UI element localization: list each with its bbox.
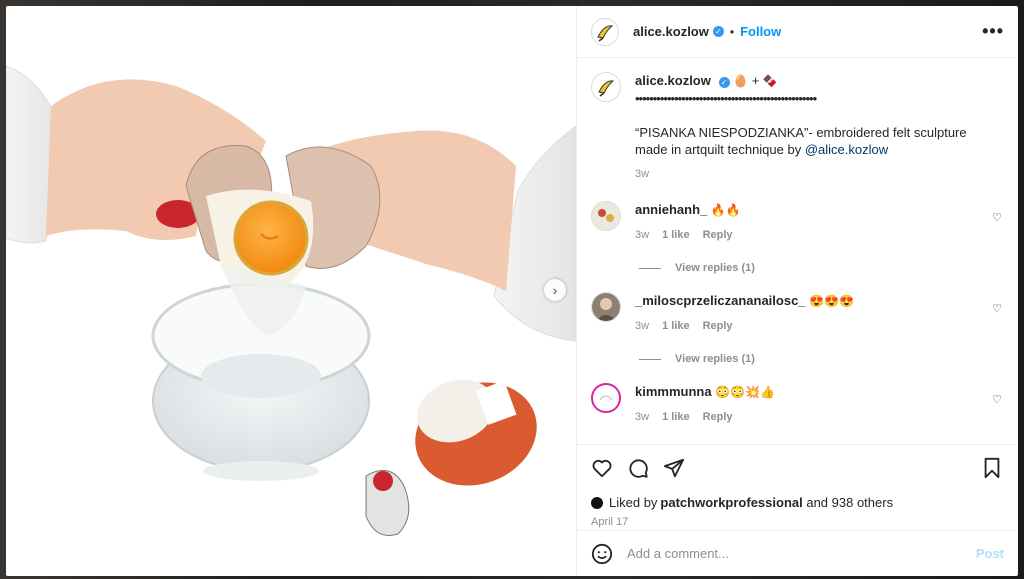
caption-text: “PISANKA NIESPODZIANKA”- embroidered fel… [635,125,967,157]
caption-username[interactable]: alice.kozlow [635,73,711,88]
comment-body: kimmmunna 😳😳💥👍 3w 1 like Reply [635,383,1002,426]
commenter-avatar[interactable] [591,201,621,231]
comment-username[interactable]: _miloscprzeliczananailosc_ [635,293,806,308]
author-avatar[interactable] [591,17,619,46]
comment-icon[interactable] [627,457,649,479]
comment-text: 😍😍😍 [809,294,854,308]
avatar-image-icon [592,293,620,321]
post-modal: › alice.kozlow ✓ • Follow ••• alice.kozl… [6,6,1018,576]
comment-likes[interactable]: 1 like [662,318,690,335]
banana-logo-icon [598,80,615,97]
post-panel: alice.kozlow ✓ • Follow ••• alice.kozlow [576,6,1018,576]
reply-button[interactable]: Reply [703,409,733,426]
emoji-icon[interactable] [591,543,613,565]
view-replies-label: View replies (1) [675,353,755,365]
reply-button[interactable]: Reply [703,318,733,335]
caption-avatar[interactable] [591,72,621,102]
post-button[interactable]: Post [976,546,1004,561]
reply-button[interactable]: Reply [703,227,733,244]
post-actions: Liked by patchworkprofessional and 938 o… [577,444,1018,530]
more-options-icon[interactable]: ••• [982,21,1004,42]
comment-time[interactable]: 3w [635,409,649,426]
egg-photo [6,65,576,536]
chocolate-emoji: 🍫 [762,74,778,88]
heart-icon[interactable] [591,457,613,479]
likes-prefix: Liked by [609,495,658,510]
comment-time[interactable]: 3w [635,318,649,335]
comment-heart-icon[interactable]: ♡ [992,302,1002,315]
comments-list[interactable]: alice.kozlow ✓ 🥚 + 🍫 •••••••••••••••••••… [577,58,1018,444]
comment-username[interactable]: kimmmunna [635,384,712,399]
post-header: alice.kozlow ✓ • Follow ••• [577,6,1018,58]
mention-link[interactable]: @alice.kozlow [805,142,888,157]
share-icon[interactable] [663,457,685,479]
caption-time[interactable]: 3w [635,166,649,183]
comment-likes[interactable]: 1 like [662,409,690,426]
comment-item: _miloscprzeliczananailosc_ 😍😍😍 3w 1 like… [591,292,1002,335]
replies-divider [639,358,661,360]
comment-body: _miloscprzeliczananailosc_ 😍😍😍 3w 1 like… [635,292,1002,335]
verified-icon: ✓ [712,26,724,37]
comment-likes[interactable]: 1 like [662,227,690,244]
separator-dot: • [729,24,735,39]
verified-icon: ✓ [718,77,730,88]
caption-body: alice.kozlow ✓ 🥚 + 🍫 •••••••••••••••••••… [635,72,1002,183]
follow-button[interactable]: Follow [740,24,781,39]
comment-heart-icon[interactable]: ♡ [992,393,1002,406]
comment-heart-icon[interactable]: ♡ [992,211,1002,224]
caption-dots: ••••••••••••••••••••••••••••••••••••••••… [635,91,817,106]
comment-username[interactable]: anniehanh_ [635,202,707,217]
avatar-image-icon [593,203,619,229]
comment-item: kimmmunna 😳😳💥👍 3w 1 like Reply ♡ [591,383,1002,426]
next-image-button[interactable]: › [544,279,566,301]
plus-text: + [751,73,760,88]
post-image[interactable]: › [6,6,576,576]
caption-item: alice.kozlow ✓ 🥚 + 🍫 •••••••••••••••••••… [591,72,1002,183]
comment-text: 😳😳💥👍 [715,385,775,399]
comment-time[interactable]: 3w [635,227,649,244]
avatar-image-icon [594,386,618,410]
add-comment-bar: Post [577,530,1018,576]
likes-count[interactable]: and 938 others [803,495,893,510]
author-username[interactable]: alice.kozlow [633,24,709,39]
chevron-right-icon: › [552,282,558,298]
comment-input[interactable] [627,546,976,561]
view-replies-button[interactable]: View replies (1) [639,262,1002,274]
liker-username[interactable]: patchworkprofessional [660,495,802,510]
replies-divider [639,267,661,269]
liker-avatar[interactable] [591,496,603,509]
view-replies-label: View replies (1) [675,262,755,274]
commenter-avatar[interactable] [591,292,621,322]
banana-logo-icon [597,24,614,42]
bookmark-icon[interactable] [982,457,1002,479]
view-replies-button[interactable]: View replies (1) [639,353,1002,365]
comment-item: anniehanh_ 🔥🔥 3w 1 like Reply ♡ [591,201,1002,244]
egg-emoji: 🥚 [733,74,749,88]
comment-text: 🔥🔥 [710,203,741,217]
likes-summary: Liked by patchworkprofessional and 938 o… [591,495,1002,510]
comment-body: anniehanh_ 🔥🔥 3w 1 like Reply [635,201,1002,244]
commenter-avatar[interactable] [591,383,621,413]
post-date[interactable]: April 17 [591,516,1002,528]
